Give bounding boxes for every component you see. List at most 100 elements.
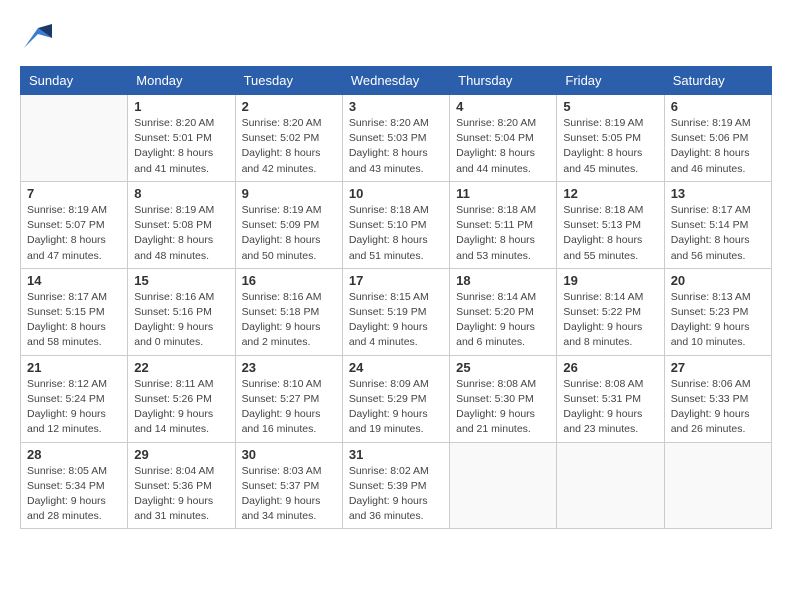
day-info: Sunrise: 8:13 AM Sunset: 5:23 PM Dayligh… [671,290,765,351]
day-info: Sunrise: 8:15 AM Sunset: 5:19 PM Dayligh… [349,290,443,351]
day-of-week-header: Sunday [21,67,128,95]
day-info: Sunrise: 8:19 AM Sunset: 5:08 PM Dayligh… [134,203,228,264]
day-number: 27 [671,360,765,375]
calendar-day-cell: 1 Sunrise: 8:20 AM Sunset: 5:01 PM Daylig… [128,95,235,182]
calendar-day-cell [664,442,771,529]
day-number: 22 [134,360,228,375]
calendar-day-cell: 8 Sunrise: 8:19 AM Sunset: 5:08 PM Daylig… [128,181,235,268]
day-number: 16 [242,273,336,288]
day-info: Sunrise: 8:16 AM Sunset: 5:18 PM Dayligh… [242,290,336,351]
calendar-day-cell: 27 Sunrise: 8:06 AM Sunset: 5:33 PM Dayli… [664,355,771,442]
day-info: Sunrise: 8:16 AM Sunset: 5:16 PM Dayligh… [134,290,228,351]
calendar-day-cell [21,95,128,182]
day-number: 15 [134,273,228,288]
day-info: Sunrise: 8:12 AM Sunset: 5:24 PM Dayligh… [27,377,121,438]
day-info: Sunrise: 8:03 AM Sunset: 5:37 PM Dayligh… [242,464,336,525]
day-number: 30 [242,447,336,462]
calendar-day-cell: 26 Sunrise: 8:08 AM Sunset: 5:31 PM Dayli… [557,355,664,442]
day-of-week-header: Wednesday [342,67,449,95]
day-info: Sunrise: 8:19 AM Sunset: 5:09 PM Dayligh… [242,203,336,264]
day-info: Sunrise: 8:02 AM Sunset: 5:39 PM Dayligh… [349,464,443,525]
day-number: 20 [671,273,765,288]
day-info: Sunrise: 8:08 AM Sunset: 5:30 PM Dayligh… [456,377,550,438]
calendar-day-cell: 15 Sunrise: 8:16 AM Sunset: 5:16 PM Dayli… [128,268,235,355]
day-number: 4 [456,99,550,114]
calendar-day-cell: 5Sunrise: 8:19 AM Sunset: 5:05 PM Daylig… [557,95,664,182]
calendar-day-cell: 23 Sunrise: 8:10 AM Sunset: 5:27 PM Dayli… [235,355,342,442]
calendar-table: SundayMondayTuesdayWednesdayThursdayFrid… [20,66,772,529]
day-info: Sunrise: 8:19 AM Sunset: 5:07 PM Dayligh… [27,203,121,264]
logo-icon [20,20,56,56]
calendar-header-row: SundayMondayTuesdayWednesdayThursdayFrid… [21,67,772,95]
day-number: 28 [27,447,121,462]
day-number: 9 [242,186,336,201]
day-info: Sunrise: 8:20 AM Sunset: 5:02 PM Dayligh… [242,116,336,177]
calendar-week-row: 14 Sunrise: 8:17 AM Sunset: 5:15 PM Dayli… [21,268,772,355]
day-number: 29 [134,447,228,462]
calendar-day-cell: 13Sunrise: 8:17 AM Sunset: 5:14 PM Dayli… [664,181,771,268]
calendar-day-cell: 30 Sunrise: 8:03 AM Sunset: 5:37 PM Dayli… [235,442,342,529]
day-number: 23 [242,360,336,375]
day-number: 18 [456,273,550,288]
day-number: 7 [27,186,121,201]
day-info: Sunrise: 8:14 AM Sunset: 5:20 PM Dayligh… [456,290,550,351]
day-info: Sunrise: 8:09 AM Sunset: 5:29 PM Dayligh… [349,377,443,438]
calendar-day-cell: 24Sunrise: 8:09 AM Sunset: 5:29 PM Dayli… [342,355,449,442]
day-number: 14 [27,273,121,288]
day-info: Sunrise: 8:18 AM Sunset: 5:10 PM Dayligh… [349,203,443,264]
calendar-day-cell: 7 Sunrise: 8:19 AM Sunset: 5:07 PM Daylig… [21,181,128,268]
calendar-day-cell: 2 Sunrise: 8:20 AM Sunset: 5:02 PM Daylig… [235,95,342,182]
calendar-day-cell: 4 Sunrise: 8:20 AM Sunset: 5:04 PM Daylig… [450,95,557,182]
day-info: Sunrise: 8:19 AM Sunset: 5:05 PM Dayligh… [563,116,657,177]
day-info: Sunrise: 8:20 AM Sunset: 5:04 PM Dayligh… [456,116,550,177]
calendar-day-cell: 21Sunrise: 8:12 AM Sunset: 5:24 PM Dayli… [21,355,128,442]
calendar-day-cell: 16 Sunrise: 8:16 AM Sunset: 5:18 PM Dayli… [235,268,342,355]
calendar-week-row: 21Sunrise: 8:12 AM Sunset: 5:24 PM Dayli… [21,355,772,442]
day-info: Sunrise: 8:08 AM Sunset: 5:31 PM Dayligh… [563,377,657,438]
day-number: 31 [349,447,443,462]
day-number: 10 [349,186,443,201]
logo [20,20,60,56]
day-of-week-header: Saturday [664,67,771,95]
header [20,20,772,56]
day-number: 8 [134,186,228,201]
day-info: Sunrise: 8:19 AM Sunset: 5:06 PM Dayligh… [671,116,765,177]
calendar-day-cell: 18 Sunrise: 8:14 AM Sunset: 5:20 PM Dayli… [450,268,557,355]
day-info: Sunrise: 8:20 AM Sunset: 5:03 PM Dayligh… [349,116,443,177]
day-info: Sunrise: 8:10 AM Sunset: 5:27 PM Dayligh… [242,377,336,438]
calendar-week-row: 28 Sunrise: 8:05 AM Sunset: 5:34 PM Dayli… [21,442,772,529]
day-number: 1 [134,99,228,114]
calendar-week-row: 1 Sunrise: 8:20 AM Sunset: 5:01 PM Daylig… [21,95,772,182]
day-number: 2 [242,99,336,114]
day-number: 26 [563,360,657,375]
day-number: 6 [671,99,765,114]
calendar-week-row: 7 Sunrise: 8:19 AM Sunset: 5:07 PM Daylig… [21,181,772,268]
day-info: Sunrise: 8:17 AM Sunset: 5:14 PM Dayligh… [671,203,765,264]
day-of-week-header: Thursday [450,67,557,95]
day-number: 3 [349,99,443,114]
calendar-day-cell: 31 Sunrise: 8:02 AM Sunset: 5:39 PM Dayli… [342,442,449,529]
day-info: Sunrise: 8:20 AM Sunset: 5:01 PM Dayligh… [134,116,228,177]
calendar-day-cell: 19 Sunrise: 8:14 AM Sunset: 5:22 PM Dayli… [557,268,664,355]
calendar-day-cell [450,442,557,529]
calendar-day-cell: 11Sunrise: 8:18 AM Sunset: 5:11 PM Dayli… [450,181,557,268]
calendar-day-cell: 25 Sunrise: 8:08 AM Sunset: 5:30 PM Dayli… [450,355,557,442]
calendar-day-cell: 9 Sunrise: 8:19 AM Sunset: 5:09 PM Daylig… [235,181,342,268]
day-of-week-header: Tuesday [235,67,342,95]
day-info: Sunrise: 8:11 AM Sunset: 5:26 PM Dayligh… [134,377,228,438]
day-info: Sunrise: 8:05 AM Sunset: 5:34 PM Dayligh… [27,464,121,525]
day-info: Sunrise: 8:14 AM Sunset: 5:22 PM Dayligh… [563,290,657,351]
day-info: Sunrise: 8:04 AM Sunset: 5:36 PM Dayligh… [134,464,228,525]
day-number: 12 [563,186,657,201]
day-info: Sunrise: 8:06 AM Sunset: 5:33 PM Dayligh… [671,377,765,438]
day-info: Sunrise: 8:17 AM Sunset: 5:15 PM Dayligh… [27,290,121,351]
calendar-day-cell: 14 Sunrise: 8:17 AM Sunset: 5:15 PM Dayli… [21,268,128,355]
calendar-day-cell: 17Sunrise: 8:15 AM Sunset: 5:19 PM Dayli… [342,268,449,355]
calendar-day-cell: 20 Sunrise: 8:13 AM Sunset: 5:23 PM Dayli… [664,268,771,355]
day-number: 25 [456,360,550,375]
day-of-week-header: Monday [128,67,235,95]
day-of-week-header: Friday [557,67,664,95]
day-number: 19 [563,273,657,288]
calendar-day-cell: 10 Sunrise: 8:18 AM Sunset: 5:10 PM Dayli… [342,181,449,268]
calendar-day-cell: 22 Sunrise: 8:11 AM Sunset: 5:26 PM Dayli… [128,355,235,442]
